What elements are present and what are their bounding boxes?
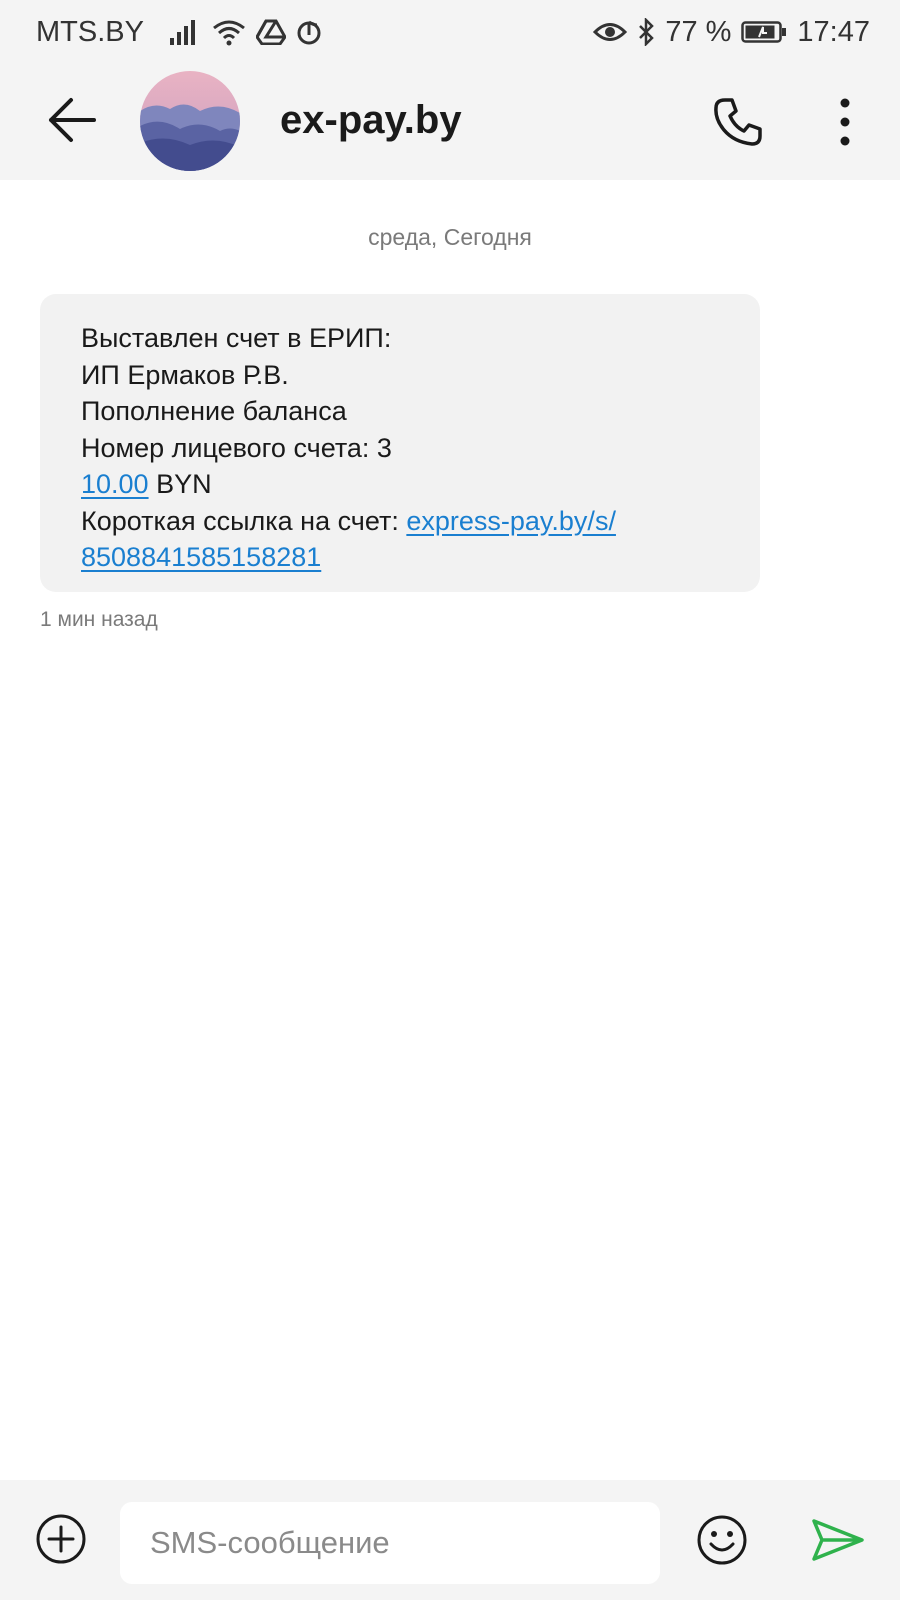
contact-name: ex-pay.by: [280, 98, 462, 142]
conversation-header: ex-pay.by: [0, 64, 900, 180]
message-line: Номер лицевого счета: 3: [81, 432, 392, 463]
call-button[interactable]: [706, 92, 770, 156]
message-line: ИП Ермаков Р.В.: [81, 359, 289, 390]
battery-icon: [741, 20, 787, 44]
short-link-line: Короткая ссылка на счет: express-pay.by/…: [81, 503, 730, 540]
more-vert-icon: [838, 97, 852, 152]
status-bar: MTS.BY 77 % 17:47: [0, 0, 900, 64]
send-icon: [811, 1518, 865, 1567]
amount-link[interactable]: 10.00: [81, 469, 149, 499]
invoice-link[interactable]: express-pay.by/s/: [406, 506, 616, 536]
invoice-link-continued[interactable]: 8508841585158281: [81, 542, 321, 572]
add-icon: [35, 1513, 87, 1570]
clock: 17:47: [797, 15, 870, 48]
amount-line: 10.00 BYN: [81, 466, 730, 503]
message-composer: [0, 1480, 900, 1600]
short-link-line-2: 8508841585158281: [81, 539, 730, 576]
phone-icon: [712, 96, 764, 153]
status-bar-right: 77 % 17:47: [593, 16, 870, 49]
message-line: Выставлен счет в ЕРИП:: [81, 323, 392, 353]
short-link-label: Короткая ссылка на счет:: [81, 505, 407, 536]
tiktok-icon: [296, 19, 322, 45]
wifi-icon: [212, 18, 246, 46]
back-arrow-icon: [47, 97, 97, 148]
emoji-icon: [696, 1514, 748, 1571]
sms-input[interactable]: [120, 1502, 660, 1584]
message-line: Пополнение баланса: [81, 396, 347, 426]
carrier-name: MTS.BY: [36, 15, 144, 48]
bluetooth-icon: [637, 18, 655, 46]
amount-currency: BYN: [148, 469, 212, 499]
back-button[interactable]: [40, 90, 104, 154]
eye-icon: [593, 21, 628, 43]
message-bubble[interactable]: Выставлен счет в ЕРИП: ИП Ермаков Р.В. П…: [40, 294, 760, 592]
battery-percent: 77 %: [665, 15, 732, 48]
signal-icon: [168, 18, 202, 46]
more-options-button[interactable]: [820, 92, 870, 156]
status-bar-left: MTS.BY: [36, 16, 322, 49]
avatar[interactable]: [140, 71, 240, 171]
emoji-button[interactable]: [694, 1514, 750, 1570]
date-separator: среда, Сегодня: [368, 224, 532, 250]
send-button[interactable]: [810, 1516, 866, 1568]
drive-icon: [255, 19, 286, 45]
add-attachment-button[interactable]: [34, 1514, 88, 1568]
message-timestamp: 1 мин назад: [40, 608, 158, 631]
